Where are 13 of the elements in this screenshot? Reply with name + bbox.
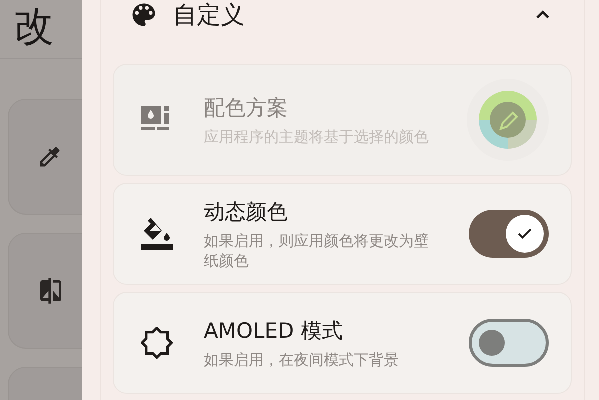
setting-title: 动态颜色 [204,198,289,226]
paint-bucket-icon [141,216,173,252]
setting-card[interactable]: 动态颜色 如果启用，则应用颜色将更改为壁纸颜色 [113,183,572,285]
setting-title: AMOLED 模式 [204,318,344,344]
toggle-switch[interactable] [469,319,549,367]
setting-title: 配色方案 [204,94,289,122]
setting-description: 如果启用，在夜间模式下背景 [204,350,400,370]
tool-card[interactable] [8,233,82,349]
setting-card[interactable]: AMOLED 模式 如果启用，在夜间模式下背景 [113,292,572,394]
toggle-switch[interactable] [469,210,549,258]
color-wheel-icon [479,91,537,149]
section-title: 自定义 [173,0,246,31]
setting-description: 如果启用，则应用颜色将更改为壁纸颜色 [204,230,430,270]
